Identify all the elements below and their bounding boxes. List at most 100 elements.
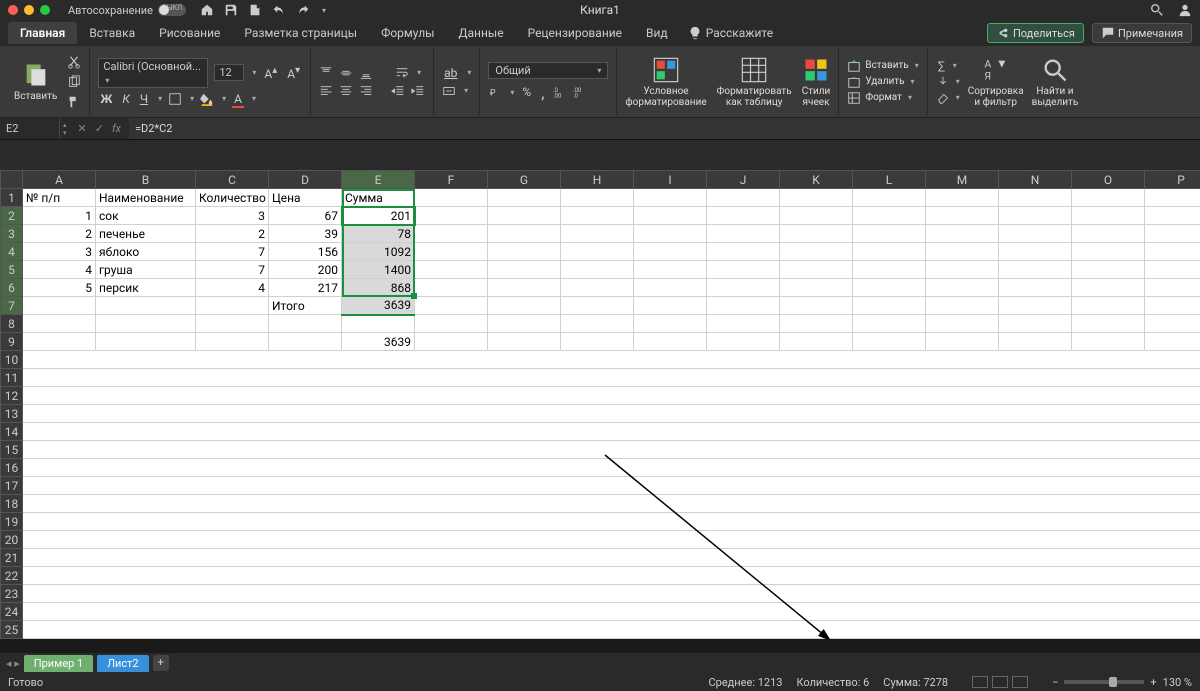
col-header[interactable]: B <box>96 171 196 189</box>
merge-icon[interactable] <box>442 84 456 98</box>
decrease-font-icon[interactable]: A▾ <box>285 65 302 81</box>
spreadsheet-grid[interactable]: A B C D E F G H I J K L M N O P 1 № п/п … <box>0 170 1200 639</box>
home-icon[interactable] <box>200 3 214 17</box>
row-header[interactable]: 8 <box>1 315 23 333</box>
row-header[interactable]: 24 <box>1 603 23 621</box>
cell[interactable]: 78 <box>342 225 415 243</box>
align-right-icon[interactable] <box>359 84 373 98</box>
cell[interactable]: 67 <box>269 207 342 225</box>
row-header[interactable]: 20 <box>1 531 23 549</box>
user-icon[interactable] <box>1178 3 1192 17</box>
conditional-formatting-button[interactable]: Условноеформатирование <box>625 56 706 108</box>
col-header[interactable]: I <box>634 171 707 189</box>
cell[interactable]: Цена <box>269 189 342 207</box>
autosave-toggle[interactable]: ВЫКЛ. <box>158 4 186 16</box>
qat-more-icon[interactable]: ▾ <box>322 6 326 15</box>
comments-button[interactable]: Примечания <box>1092 23 1192 43</box>
cell[interactable]: печенье <box>96 225 196 243</box>
cell[interactable]: 217 <box>269 279 342 297</box>
cell[interactable]: 7 <box>196 261 269 279</box>
underline-button[interactable]: Ч <box>138 92 150 106</box>
bold-button[interactable]: Ж <box>98 92 114 106</box>
col-header[interactable]: N <box>999 171 1072 189</box>
cell[interactable]: 1 <box>23 207 96 225</box>
align-top-icon[interactable] <box>319 66 333 80</box>
select-all-corner[interactable] <box>1 171 23 189</box>
copy-icon[interactable] <box>67 75 81 89</box>
tell-me[interactable]: Расскажите <box>688 26 773 40</box>
increase-decimal-icon[interactable]: .0.00 <box>552 85 566 99</box>
wrap-text-icon[interactable] <box>395 66 409 80</box>
decrease-indent-icon[interactable] <box>391 84 405 98</box>
search-icon[interactable] <box>1150 3 1164 17</box>
cell[interactable]: сок <box>96 207 196 225</box>
align-middle-icon[interactable] <box>339 66 353 80</box>
italic-button[interactable]: К <box>120 92 131 106</box>
zoom-out-button[interactable]: − <box>1052 676 1058 689</box>
col-header[interactable]: M <box>926 171 999 189</box>
format-cells-button[interactable]: Формат ▾ <box>847 91 918 105</box>
borders-icon[interactable] <box>168 92 182 106</box>
align-left-icon[interactable] <box>319 84 333 98</box>
tab-data[interactable]: Данные <box>447 22 516 44</box>
cell[interactable]: 4 <box>23 261 96 279</box>
currency-icon[interactable]: ₽ <box>488 85 502 99</box>
row-header[interactable]: 12 <box>1 387 23 405</box>
col-header[interactable]: A <box>23 171 96 189</box>
cell[interactable]: 2 <box>196 225 269 243</box>
fill-color-icon[interactable] <box>200 92 214 106</box>
sheet-nav[interactable]: ◂ ▸ <box>6 657 20 670</box>
row-header[interactable]: 25 <box>1 621 23 639</box>
find-select-button[interactable]: Найти ивыделить <box>1032 56 1079 108</box>
tab-review[interactable]: Рецензирование <box>516 22 634 44</box>
cell[interactable]: 156 <box>269 243 342 261</box>
sort-filter-button[interactable]: АЯ Сортировкаи фильтр <box>968 56 1024 108</box>
cell[interactable]: 1092 <box>342 243 415 261</box>
tab-draw[interactable]: Рисование <box>147 22 232 44</box>
row-header[interactable]: 15 <box>1 441 23 459</box>
fill-handle[interactable] <box>411 293 417 299</box>
cell[interactable]: груша <box>96 261 196 279</box>
row-header[interactable]: 17 <box>1 477 23 495</box>
undo-icon[interactable] <box>272 3 286 17</box>
fill-button[interactable]: ▾ <box>936 75 960 89</box>
share-button[interactable]: Поделиться <box>987 23 1084 43</box>
cell[interactable]: яблоко <box>96 243 196 261</box>
cell[interactable]: 3 <box>196 207 269 225</box>
comma-icon[interactable]: , <box>539 83 546 102</box>
format-painter-icon[interactable] <box>67 95 81 109</box>
cell[interactable]: 3 <box>23 243 96 261</box>
col-header[interactable]: G <box>488 171 561 189</box>
col-header[interactable]: L <box>853 171 926 189</box>
cell[interactable]: Наименование <box>96 189 196 207</box>
save-icon[interactable] <box>224 3 238 17</box>
tab-formulas[interactable]: Формулы <box>369 22 446 44</box>
cell[interactable]: Итого <box>269 297 342 315</box>
cell[interactable]: персик <box>96 279 196 297</box>
insert-cells-button[interactable]: Вставить ▾ <box>847 59 918 73</box>
view-page-break-icon[interactable] <box>1012 676 1028 688</box>
cell[interactable]: 39 <box>269 225 342 243</box>
zoom-level[interactable]: 130 % <box>1163 676 1192 689</box>
increase-font-icon[interactable]: A▴ <box>262 65 279 81</box>
col-header[interactable]: C <box>196 171 269 189</box>
cell[interactable]: 4 <box>196 279 269 297</box>
minimize-window-button[interactable] <box>24 5 34 15</box>
row-header[interactable]: 2 <box>1 207 23 225</box>
col-header[interactable]: P <box>1145 171 1200 189</box>
font-size-selector[interactable]: 12 <box>214 64 244 81</box>
tab-home[interactable]: Главная <box>8 22 77 44</box>
col-header[interactable]: J <box>707 171 780 189</box>
cell[interactable]: 201 <box>342 207 415 225</box>
row-header[interactable]: 21 <box>1 549 23 567</box>
name-box[interactable]: E2 <box>0 118 60 139</box>
redo-icon[interactable] <box>296 3 310 17</box>
cut-icon[interactable] <box>67 55 81 69</box>
view-page-layout-icon[interactable] <box>992 676 1008 688</box>
fx-label[interactable]: fx <box>112 122 121 135</box>
cell[interactable]: 3639 <box>342 297 415 315</box>
row-header[interactable]: 14 <box>1 423 23 441</box>
formula-input[interactable]: =D2*C2 <box>129 118 1200 139</box>
tab-insert[interactable]: Вставка <box>77 22 147 44</box>
col-header[interactable]: D <box>269 171 342 189</box>
